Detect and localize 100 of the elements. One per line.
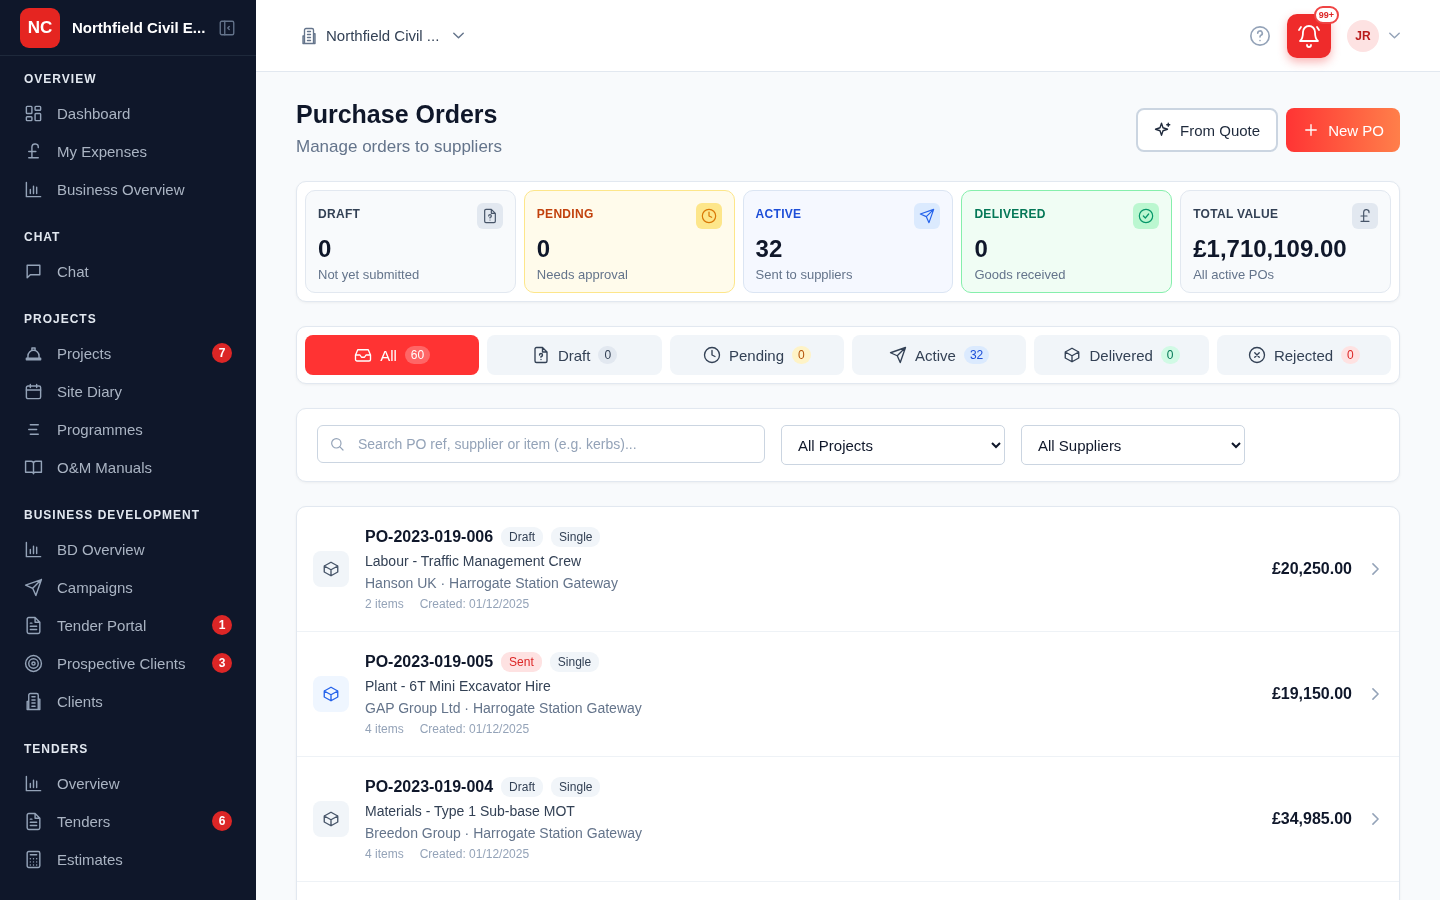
document-icon <box>24 811 43 831</box>
sparkle-icon <box>1154 121 1173 139</box>
status-tag: Single <box>551 777 601 797</box>
order-title: Labour - Traffic Management Crew <box>365 553 583 569</box>
status-tag: Draft <box>501 777 544 797</box>
sidebar-item[interactable]: Business Overview <box>57 180 185 198</box>
sidebar-item[interactable]: Overview <box>57 774 120 792</box>
filter-tab[interactable]: Delivered 0 <box>1034 335 1209 375</box>
stat-caption: Needs approval <box>536 267 629 282</box>
from-quote-button[interactable]: From Quote <box>1136 108 1279 152</box>
sidebar-item[interactable]: Tender Portal <box>57 616 147 634</box>
clock-icon <box>702 346 721 364</box>
created-date: Created: 01/12/2025 <box>419 722 530 736</box>
supplier-dropdown[interactable]: All Suppliers <box>1021 425 1245 465</box>
page-subtitle: Manage orders to suppliers <box>296 137 502 157</box>
count-badge: 7 <box>212 343 232 363</box>
sidebar-item[interactable]: Tenders <box>57 812 111 830</box>
sidebar-item[interactable]: Programmes <box>57 420 143 438</box>
stat-caption: Not yet submitted <box>318 267 421 282</box>
document-icon <box>24 615 43 635</box>
section-heading: OVERVIEW <box>24 72 98 88</box>
target-icon <box>24 653 43 673</box>
created-date: Created: 01/12/2025 <box>419 847 530 861</box>
package-icon <box>322 685 340 703</box>
notification-badge: 99+ <box>1313 5 1339 24</box>
created-date: Created: 01/12/2025 <box>419 597 530 611</box>
document-icon <box>531 346 550 364</box>
package-icon <box>322 810 340 828</box>
building-icon <box>300 26 318 45</box>
count-badge: 6 <box>212 811 232 831</box>
item-count: 2 items <box>365 597 404 611</box>
sidebar-item[interactable]: Projects <box>57 344 112 362</box>
filter-tab[interactable]: Pending 0 <box>669 335 844 375</box>
sidebar-item[interactable]: Chat <box>57 262 89 280</box>
user-avatar[interactable]: JR <box>1347 19 1379 52</box>
org-selector[interactable]: Northfield Civil ... <box>300 26 465 45</box>
po-reference[interactable]: PO-2023-019-004 <box>365 778 494 796</box>
supplier-project: GAP Group Ltd · Harrogate Station Gateway <box>365 700 642 716</box>
calendar-icon <box>24 381 43 401</box>
search-field[interactable]: Search PO ref, supplier or item (e.g. kerbs)... <box>317 425 765 463</box>
search-icon <box>329 436 345 452</box>
calculator-icon <box>24 849 43 869</box>
send-icon <box>889 346 908 364</box>
project-dropdown[interactable]: All Projects <box>781 425 1005 465</box>
count-badge: 1 <box>212 615 232 635</box>
filter-tab[interactable]: Draft 0 <box>487 335 662 375</box>
po-reference[interactable]: PO-2023-019-005 <box>365 653 494 671</box>
sidebar-item[interactable]: O&M Manuals <box>57 458 153 476</box>
grid-icon <box>24 103 43 123</box>
sidebar-item[interactable]: Clients <box>57 692 103 710</box>
item-count: 4 items <box>365 722 404 736</box>
help-icon <box>1249 24 1271 47</box>
bar-chart-icon <box>24 539 43 559</box>
supplier-project: Hanson UK · Harrogate Station Gateway <box>365 575 618 591</box>
status-tag: Single <box>551 527 601 547</box>
stat-value: 32 <box>755 235 784 263</box>
chevron-right-icon <box>1372 563 1379 575</box>
sidebar-item[interactable]: Dashboard <box>57 104 131 122</box>
stat-caption: Sent to suppliers <box>755 267 854 282</box>
send-icon <box>919 208 936 224</box>
stat-value: 0 <box>974 235 989 263</box>
count-badge: 3 <box>212 653 232 673</box>
clock-icon <box>700 208 717 224</box>
filter-tab[interactable]: Rejected 0 <box>1216 335 1391 375</box>
package-icon <box>322 560 340 578</box>
filter-tab[interactable]: Active 32 <box>852 335 1027 375</box>
stat-label: PENDING <box>536 207 594 221</box>
stat-label: DELIVERED <box>974 207 1046 221</box>
section-heading: BUSINESS DEVELOPMENT <box>24 508 202 524</box>
sidebar-item[interactable]: Site Diary <box>57 382 123 400</box>
chevron-down-icon <box>1389 32 1400 39</box>
supplier-project: Breedon Group · Harrogate Station Gateway <box>365 825 643 841</box>
stat-caption: Goods received <box>974 267 1067 282</box>
x-circle-icon <box>1247 346 1266 364</box>
pound-icon <box>1357 208 1373 224</box>
sidebar-item[interactable]: Estimates <box>57 850 123 868</box>
sidebar-item[interactable]: Campaigns <box>57 578 133 596</box>
po-reference[interactable]: PO-2023-019-006 <box>365 528 494 546</box>
section-heading: PROJECTS <box>24 312 98 328</box>
document-icon <box>481 208 498 224</box>
section-heading: CHAT <box>24 230 62 246</box>
chevron-down-icon <box>453 32 465 39</box>
inbox-icon <box>354 346 373 364</box>
sidebar-item[interactable]: Prospective Clients <box>57 654 186 672</box>
bar-chart-icon <box>24 773 43 793</box>
sidebar-item[interactable]: BD Overview <box>57 540 145 558</box>
stat-caption: All active POs <box>1193 267 1276 282</box>
org-name: Northfield Civil E... <box>72 19 206 36</box>
status-tag: Draft <box>501 527 544 547</box>
stat-value: £1,710,109.00 <box>1193 235 1348 263</box>
filter-tab[interactable]: All 60 <box>305 335 480 375</box>
stat-label: TOTAL VALUE <box>1193 207 1279 221</box>
page-title: Purchase Orders <box>296 100 499 129</box>
item-count: 4 items <box>365 847 404 861</box>
stat-label: DRAFT <box>318 207 361 221</box>
sidebar-item[interactable]: My Expenses <box>57 142 148 160</box>
logo: NC <box>20 7 60 48</box>
order-amount: £20,250.00 <box>1271 560 1352 578</box>
order-title: Plant - 6T Mini Excavator Hire <box>365 678 552 694</box>
order-amount: £19,150.00 <box>1271 685 1352 703</box>
